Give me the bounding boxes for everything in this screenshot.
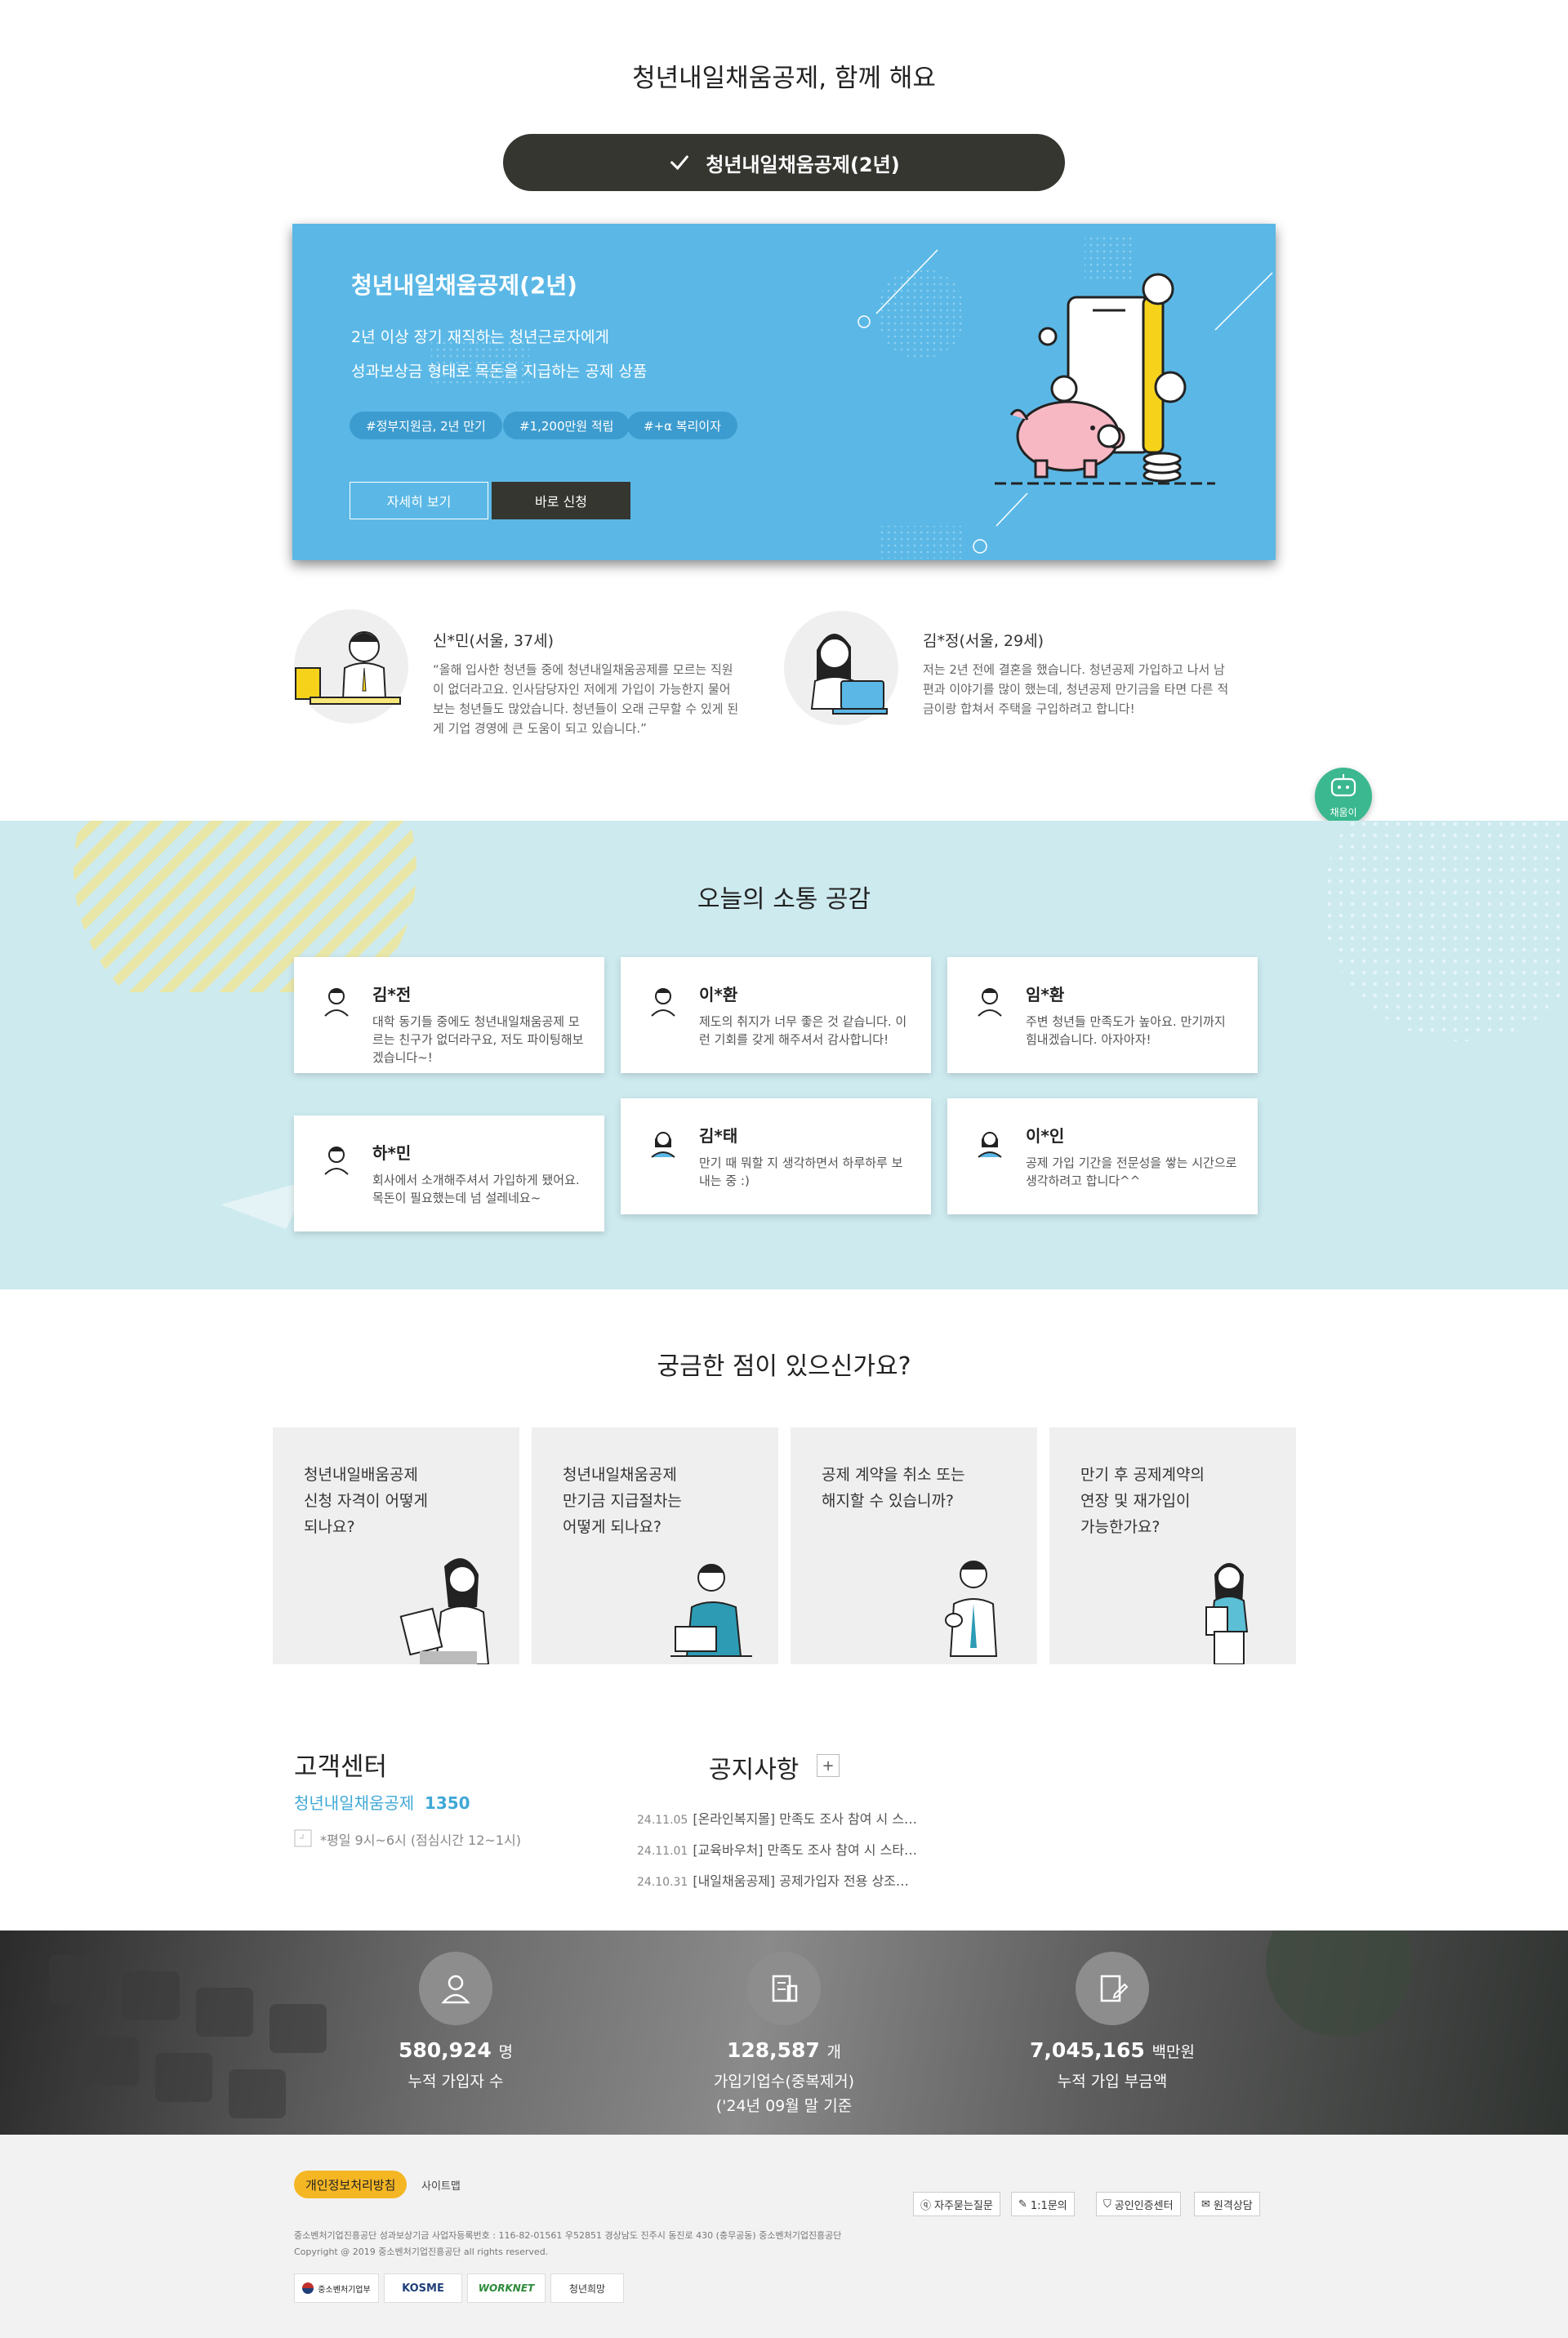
clock-icon bbox=[294, 1829, 312, 1847]
comment-text: 만기 때 뭐할 지 생각하면서 하루하루 보내는 중 :) bbox=[699, 1156, 903, 1188]
woman-laptop-illustration bbox=[810, 633, 888, 715]
man-laptop-illustration bbox=[670, 1564, 752, 1657]
notice-item[interactable]: 24.11.01 [교육바우처] 만족도 조사 참여 시 스타… bbox=[637, 1839, 917, 1859]
stat-value: 7,045,165 백만원 bbox=[1030, 2038, 1195, 2062]
comment-card: 김*전 대학 동기들 중에도 청년내일채움공제 모르는 친구가 없더라구요, 저… bbox=[294, 957, 604, 1073]
certificate-center-link[interactable]: ⛉ 공인인증센터 bbox=[1096, 2192, 1181, 2216]
section-title-community: 오늘의 소통 공감 bbox=[697, 885, 871, 914]
comment-card: 하*민 회사에서 소개해주셔서 가입하게 됐어요. 목돈이 필요했는데 넘 설레… bbox=[294, 1116, 604, 1231]
kosme-logo[interactable]: KOSME bbox=[384, 2273, 462, 2303]
faq-question: 청년내일배움공제 신청 자격이 어떻게 되나요? bbox=[304, 1466, 428, 1536]
notice-more-button[interactable]: + bbox=[817, 1754, 840, 1777]
comment-author: 임*환 bbox=[1026, 985, 1065, 1004]
comment-card: 임*환 주변 청년들 만족도가 높아요. 만기까지 힘내겠습니다. 아자아자! bbox=[947, 957, 1258, 1073]
comment-text: 주변 청년들 만족도가 높아요. 만기까지 힘내겠습니다. 아자아자! bbox=[1026, 1014, 1226, 1047]
shield-icon: ⛉ bbox=[1103, 2198, 1111, 2211]
check-icon bbox=[670, 155, 689, 171]
avatar bbox=[294, 609, 408, 724]
faq-question: 청년내일채움공제 만기금 지급절차는 어떻게 되나요? bbox=[563, 1466, 682, 1536]
woman-folder-illustration bbox=[1205, 1563, 1249, 1664]
user-avatar-icon bbox=[651, 988, 675, 1017]
faq-card[interactable]: 공제 계약을 취소 또는 해지할 수 있습니까? bbox=[791, 1427, 1037, 1664]
customer-center-title: 고객센터 bbox=[294, 1752, 388, 1782]
comment-card: 이*인 공제 가입 기간을 전문성을 쌓는 시간으로 생각하려고 합니다^^ bbox=[947, 1098, 1258, 1214]
document-edit-icon bbox=[1076, 1952, 1149, 2025]
stat-value: 580,924 명 bbox=[398, 2038, 514, 2062]
piggy-bank-illustration bbox=[995, 273, 1215, 485]
people-icon bbox=[419, 1952, 492, 2025]
review-author: 김*정(서울, 29세) bbox=[923, 632, 1044, 650]
faq-question: 만기 후 공제계약의 연장 및 재가입이 가능한가요? bbox=[1080, 1466, 1205, 1536]
edit-icon: ✎ bbox=[1018, 2198, 1027, 2211]
stat-label: 가입기업수(중복제거) ('24년 09월 말 기준 bbox=[713, 2073, 855, 2115]
chatbot-label: 채움이 bbox=[1330, 807, 1357, 818]
faq-card[interactable]: 청년내일배움공제 신청 자격이 어떻게 되나요? bbox=[273, 1427, 519, 1664]
comment-author: 김*전 bbox=[372, 985, 412, 1004]
banner-title: 청년내일채움공제(2년) bbox=[351, 272, 577, 299]
faq-question: 공제 계약을 취소 또는 해지할 수 있습니까? bbox=[822, 1466, 965, 1510]
notice-item[interactable]: 24.11.05 [온라인복지몰] 만족도 조사 참여 시 스… bbox=[637, 1808, 917, 1828]
user-avatar-icon bbox=[978, 988, 1002, 1017]
customer-center-hours: *평일 9시~6시 (점심시간 12~1시) bbox=[320, 1833, 521, 1848]
avatar bbox=[784, 611, 898, 725]
man-clapping-illustration bbox=[945, 1561, 998, 1657]
privacy-policy-link[interactable]: 개인정보처리방침 bbox=[294, 2171, 408, 2198]
remote-support-link[interactable]: ✉ 원격상담 bbox=[1194, 2192, 1260, 2216]
section-title-intro: 청년내일채움공제, 함께 해요 bbox=[632, 64, 936, 93]
faq-card[interactable]: 청년내일채움공제 만기금 지급절차는 어떻게 되나요? bbox=[532, 1427, 778, 1664]
user-avatar-icon bbox=[978, 1132, 1002, 1158]
banner-tag: #1,200만원 적립 bbox=[503, 412, 630, 439]
worknet-logo[interactable]: WORKNET bbox=[467, 2273, 546, 2303]
building-icon bbox=[747, 1952, 821, 2025]
product-tab[interactable]: 청년내일채움공제(2년) bbox=[503, 134, 1065, 191]
stat-value: 128,587 개 bbox=[726, 2038, 842, 2062]
sitemap-link[interactable]: 사이트맵 bbox=[421, 2177, 461, 2193]
detail-button[interactable]: 자세히 보기 bbox=[350, 482, 488, 519]
woman-reading-illustration bbox=[399, 1558, 490, 1664]
chatbot-button[interactable]: 채움이 bbox=[1315, 768, 1372, 825]
comment-card: 김*태 만기 때 뭐할 지 생각하면서 하루하루 보내는 중 :) bbox=[621, 1098, 931, 1214]
man-desk-illustration bbox=[295, 631, 401, 705]
user-avatar-icon bbox=[651, 1132, 675, 1158]
footer-address: 중소벤처기업진흥공단 성과보상기금 사업자등록번호 : 116-82-01561… bbox=[294, 2230, 842, 2257]
review-text: “올해 입사한 청년들 중에 청년내일채움공제를 모르는 직원이 없더라고요. … bbox=[433, 662, 739, 736]
product-banner: 청년내일채움공제(2년) 2년 이상 장기 재직하는 청년근로자에게 성과보상금… bbox=[292, 224, 1276, 560]
comment-author: 하*민 bbox=[372, 1143, 412, 1163]
banner-tag: #+α 복리이자 bbox=[627, 412, 737, 439]
mss-logo[interactable]: 중소벤처기업부 bbox=[294, 2273, 379, 2303]
notice-title: 공지사항 bbox=[709, 1756, 800, 1784]
faq-card[interactable]: 만기 후 공제계약의 연장 및 재가입이 가능한가요? bbox=[1049, 1427, 1296, 1664]
customer-center-phone[interactable]: 청년내일채움공제 1350 bbox=[294, 1790, 470, 1814]
banner-tag: #정부지원금, 2년 만기 bbox=[350, 412, 502, 439]
comment-author: 김*태 bbox=[699, 1126, 738, 1146]
comment-author: 이*인 bbox=[1026, 1126, 1065, 1146]
youth-logo[interactable]: 청년희망 bbox=[550, 2273, 624, 2303]
review-text: 저는 2년 전에 결혼을 했습니다. 청년공제 가입하고 나서 남편과 이야기를… bbox=[923, 662, 1229, 716]
user-avatar-icon bbox=[324, 1147, 349, 1175]
comment-text: 회사에서 소개해주셔서 가입하게 됐어요. 목돈이 필요했는데 넘 설레네요~ bbox=[372, 1173, 580, 1205]
banner-desc-2: 성과보상금 형태로 목돈을 지급하는 공제 상품 bbox=[351, 363, 648, 381]
section-title-faq: 궁금한 점이 있으신가요? bbox=[657, 1352, 911, 1381]
stat-label: 누적 가입자 수 bbox=[408, 2073, 504, 2091]
inquiry-link[interactable]: ✎ 1:1문의 bbox=[1011, 2192, 1075, 2216]
help-icon: ⓠ bbox=[920, 2199, 932, 2212]
comment-author: 이*환 bbox=[699, 985, 738, 1004]
stat-label: 누적 가입 부금액 bbox=[1057, 2073, 1168, 2091]
faq-link[interactable]: ⓠ 자주묻는질문 bbox=[913, 2192, 1000, 2216]
comment-card: 이*환 제도의 취지가 너무 좋은 것 같습니다. 이런 기회를 갖게 해주셔서… bbox=[621, 957, 931, 1073]
robot-icon bbox=[1330, 774, 1356, 797]
banner-desc-1: 2년 이상 장기 재직하는 청년근로자에게 bbox=[351, 328, 609, 346]
apply-button[interactable]: 바로 신청 bbox=[492, 482, 630, 519]
comment-text: 대학 동기들 중에도 청년내일채움공제 모르는 친구가 없더라구요, 저도 파이… bbox=[372, 1014, 584, 1065]
review-author: 신*민(서울, 37세) bbox=[433, 632, 554, 650]
notice-item[interactable]: 24.10.31 [내일채움공제] 공제가입자 전용 상조… bbox=[637, 1870, 909, 1890]
chat-icon: ✉ bbox=[1201, 2198, 1210, 2211]
comment-text: 제도의 취지가 너무 좋은 것 같습니다. 이런 기회를 갖게 해주셔서 감사합… bbox=[699, 1014, 907, 1047]
user-avatar-icon bbox=[324, 988, 349, 1017]
product-tab-label: 청년내일채움공제(2년) bbox=[706, 153, 900, 176]
comment-text: 공제 가입 기간을 전문성을 쌓는 시간으로 생각하려고 합니다^^ bbox=[1026, 1156, 1237, 1188]
